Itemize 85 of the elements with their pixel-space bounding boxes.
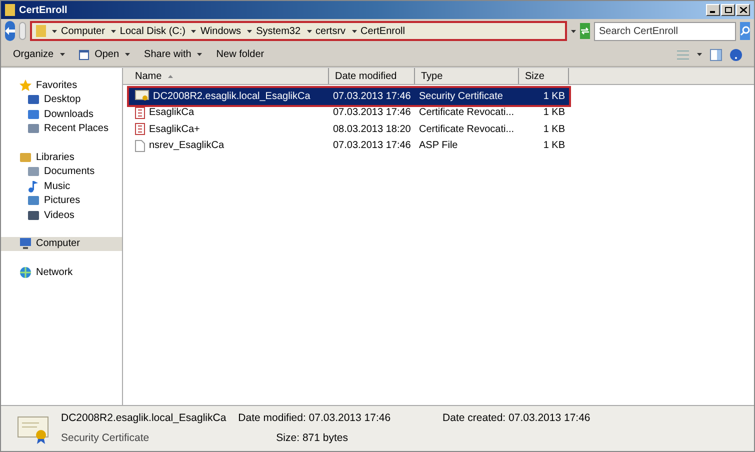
breadcrumb[interactable]: CertEnroll xyxy=(360,24,405,38)
toolbar-button[interactable]: Organize xyxy=(13,44,65,64)
file-name: DC2008R2.esaglik.local_EsaglikCa xyxy=(61,410,226,426)
table-cell-text: 1 KB xyxy=(542,122,566,137)
breadcrumb[interactable]: Local Disk (C:) xyxy=(120,24,186,38)
caret-icon xyxy=(352,30,357,32)
window-title: CertEnroll xyxy=(19,4,68,18)
table-cell-text: 08.03.2013 18:20 xyxy=(332,122,412,137)
search-button[interactable] xyxy=(740,22,750,40)
sidebar-item[interactable]: Network xyxy=(1,265,122,280)
globe-icon xyxy=(19,266,32,279)
window-icon xyxy=(78,50,89,60)
file-name: EsaglikCa+ xyxy=(149,122,200,137)
caret-icon xyxy=(247,30,252,32)
sidebar-item[interactable]: Favorites xyxy=(1,78,122,92)
table-cell-text: 07.03.2013 17:46 xyxy=(332,90,412,104)
list-view-icon xyxy=(677,50,689,60)
detail-field: Size: 871 bytes xyxy=(238,430,391,446)
file-row[interactable]: EsaglikCa 07.03.2013 17:46 Certificate Revocati... 1 KB xyxy=(129,104,569,121)
arrow-left-icon xyxy=(5,27,15,35)
column-header[interactable]: Size xyxy=(519,68,569,84)
sidebar-item[interactable]: Recent Places xyxy=(1,122,122,136)
column-header[interactable]: Type xyxy=(415,68,519,84)
music-note-icon xyxy=(27,180,40,193)
breadcrumb[interactable]: Computer xyxy=(61,24,105,38)
column-header[interactable]: Date modified xyxy=(329,68,415,84)
breadcrumb[interactable]: certsrv xyxy=(316,24,346,38)
caret-icon xyxy=(110,30,116,32)
toolbar-button[interactable]: Share with xyxy=(144,44,202,64)
refresh-icon xyxy=(580,27,590,35)
preview-pane-icon xyxy=(710,48,722,60)
file-row[interactable]: EsaglikCa+ 08.03.2013 18:20 Certificate Revocati... 1 KB xyxy=(129,121,569,138)
sidebar-item[interactable]: Pictures xyxy=(1,194,122,208)
certificate-icon xyxy=(135,90,149,102)
detail-field: Date created: 07.03.2013 17:46 xyxy=(402,410,590,426)
maximize-icon xyxy=(724,7,732,13)
caret-icon xyxy=(197,53,202,56)
sidebar-item[interactable]: Videos xyxy=(1,208,122,222)
breadcrumb[interactable]: Windows xyxy=(200,24,242,38)
table-cell-text: 07.03.2013 17:46 xyxy=(332,139,412,154)
detail-field: Date modified: 07.03.2013 17:46 xyxy=(238,410,391,426)
caret-icon xyxy=(60,53,65,56)
close-button[interactable] xyxy=(736,4,750,16)
caret-icon xyxy=(191,30,196,32)
file-row[interactable]: DC2008R2.esaglik.local_EsaglikCa 07.03.2013 17:46 Security Certificate 1 KB xyxy=(129,88,569,104)
back-button[interactable] xyxy=(5,21,15,41)
refresh-button[interactable] xyxy=(580,23,590,39)
table-cell-text: Certificate Revocati... xyxy=(418,122,516,137)
caret-icon xyxy=(697,53,702,56)
file-row[interactable]: nsrev_EsaglikCa 07.03.2013 17:46 ASP File 1 KB xyxy=(129,138,569,154)
search-icon xyxy=(740,26,750,36)
sidebar-item[interactable]: Desktop xyxy=(1,92,122,107)
search-field[interactable]: Search CertEnroll xyxy=(594,22,736,40)
file-icon xyxy=(135,140,145,152)
sidebar-item[interactable]: Music xyxy=(1,179,122,194)
table-cell-text: 07.03.2013 17:46 xyxy=(332,106,412,120)
sidebar-item[interactable]: Libraries xyxy=(1,150,122,164)
address-bar[interactable]: Computer Local Disk (C:) Windows System32 certsrv CertEnroll xyxy=(30,21,567,41)
file-name: EsaglikCa xyxy=(149,106,194,120)
star-icon xyxy=(19,78,32,92)
sidebar-item[interactable]: Computer xyxy=(1,236,122,251)
file-type: Security Certificate xyxy=(61,430,150,446)
file-name: DC2008R2.esaglik.local_EsaglikCa xyxy=(153,90,310,104)
caret-icon xyxy=(571,30,576,32)
table-cell-text: Certificate Revocati... xyxy=(418,106,516,120)
file-name: nsrev_EsaglikCa xyxy=(149,139,224,154)
table-cell-text: Security Certificate xyxy=(418,90,504,104)
maximize-button[interactable] xyxy=(721,4,735,16)
column-header[interactable]: Name xyxy=(129,68,329,84)
caret-icon xyxy=(306,30,312,32)
minimize-button[interactable] xyxy=(706,4,720,16)
sort-caret-icon xyxy=(168,74,173,78)
breadcrumb[interactable]: System32 xyxy=(256,24,301,38)
close-icon xyxy=(740,7,746,13)
computer-icon xyxy=(19,237,32,250)
table-cell-text: 1 KB xyxy=(542,106,566,120)
caret-icon xyxy=(52,30,57,32)
caret-icon xyxy=(125,53,130,56)
table-cell-text: 1 KB xyxy=(542,90,566,104)
sidebar-item[interactable]: Downloads xyxy=(1,107,122,122)
toolbar-button[interactable]: Open xyxy=(78,44,130,64)
sidebar-item[interactable]: Documents xyxy=(1,164,122,179)
table-cell-text: 1 KB xyxy=(542,139,566,154)
table-cell-text: ASP File xyxy=(418,139,459,154)
toolbar-button[interactable]: New folder xyxy=(216,44,264,64)
